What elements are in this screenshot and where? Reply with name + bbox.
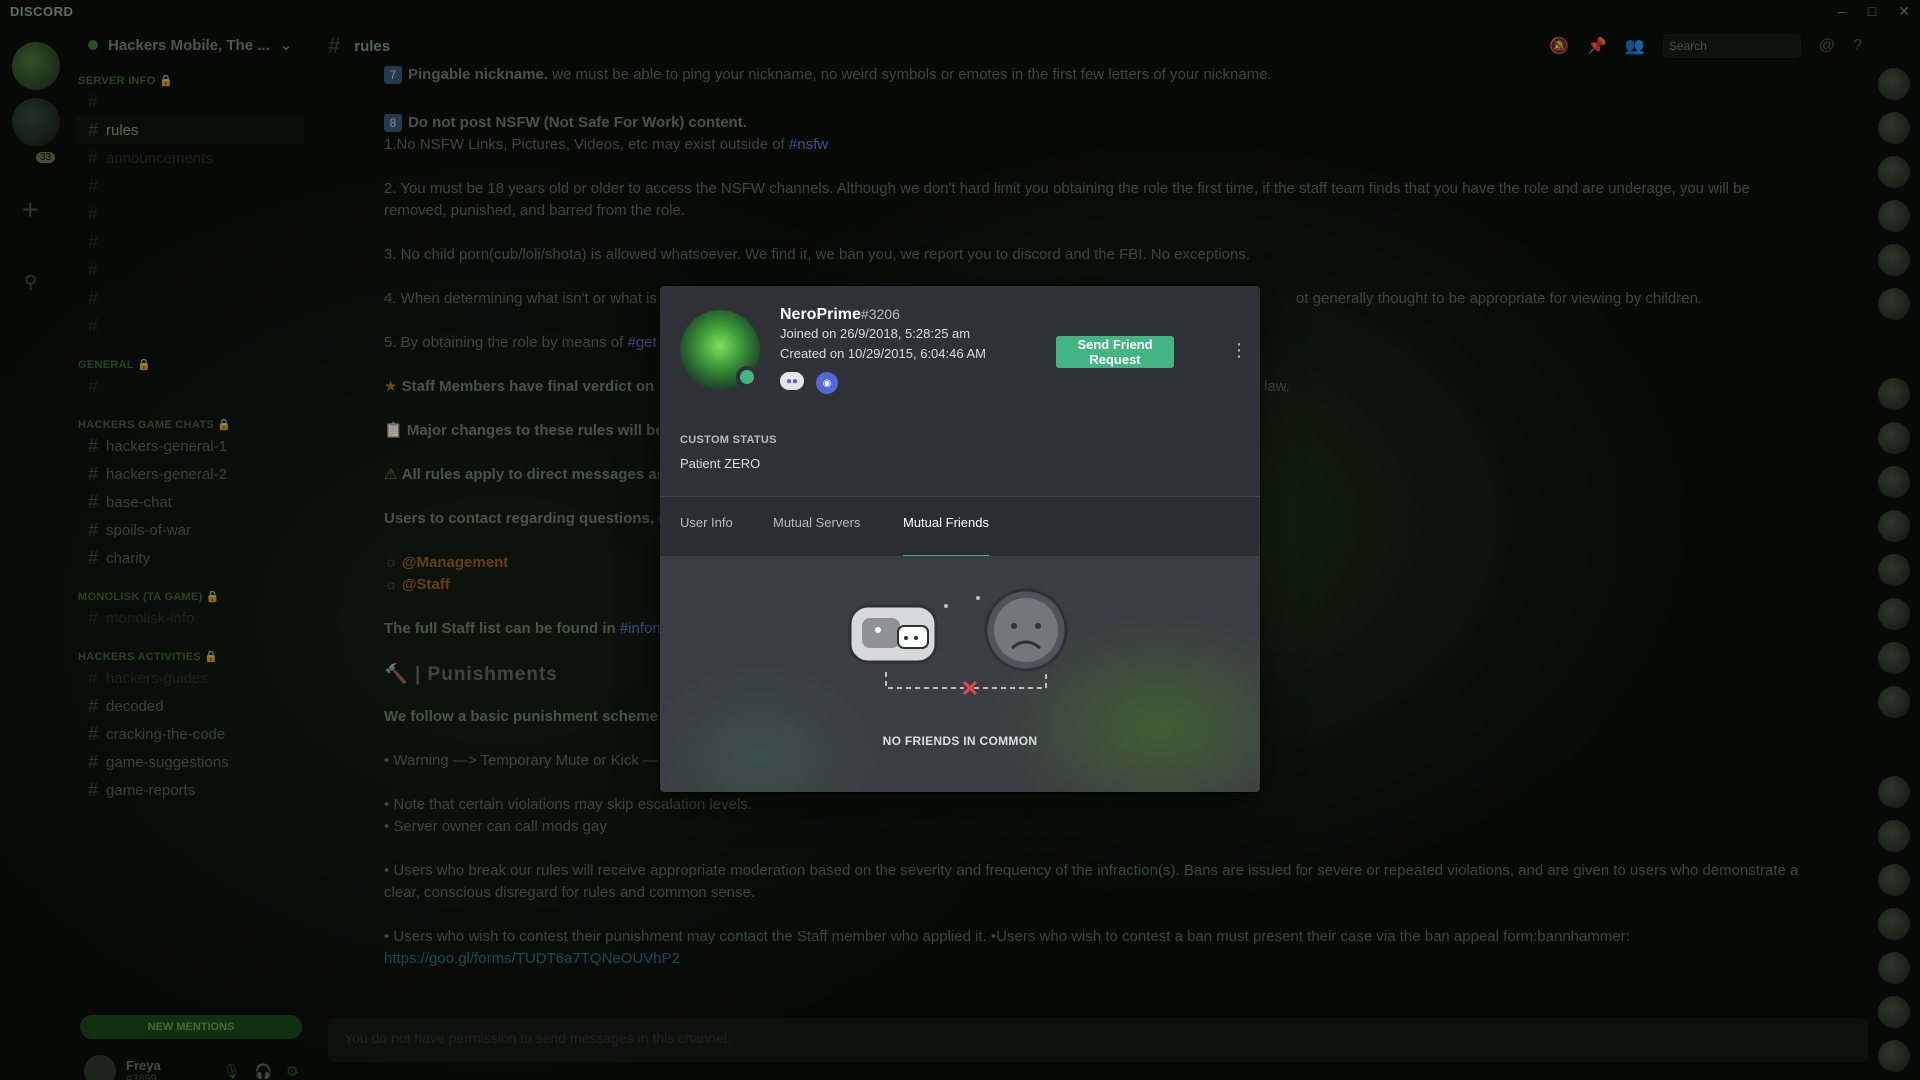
profile-badges: ●● ◉ xyxy=(780,372,838,394)
mutual-friends-panel: NO FRIENDS IN COMMON xyxy=(660,556,1260,792)
more-options-icon[interactable]: ⋮ xyxy=(1230,340,1248,361)
controller-icon xyxy=(848,604,938,664)
nitro-badge-icon[interactable]: ●● xyxy=(780,372,804,390)
tab-user-info[interactable]: User Info xyxy=(680,515,733,557)
profile-tabs: User Info Mutual Servers Mutual Friends xyxy=(660,496,1260,557)
sparkle-icon xyxy=(944,604,948,608)
created-date: Created on 10/29/2015, 6:04:46 AM xyxy=(780,346,986,361)
user-profile-modal: NeroPrime#3206 Joined on 26/9/2018, 5:28… xyxy=(660,286,1260,792)
no-friends-text: NO FRIENDS IN COMMON xyxy=(882,734,1038,748)
custom-status-value: Patient ZERO xyxy=(680,456,761,471)
sparkle-icon xyxy=(976,596,980,600)
username: NeroPrime xyxy=(780,306,861,323)
tab-mutual-friends[interactable]: Mutual Friends xyxy=(903,515,989,557)
boost-badge-icon[interactable]: ◉ xyxy=(816,372,838,394)
profile-username: NeroPrime#3206 xyxy=(780,306,900,324)
online-status-icon xyxy=(736,366,758,388)
discord-app: DISCORD – □ ✕ 33 + ⚲ Hackers Mobile, The… xyxy=(0,0,1920,1080)
joined-date: Joined on 26/9/2018, 5:28:25 am xyxy=(780,326,971,341)
profile-avatar xyxy=(680,310,760,390)
send-friend-request-button[interactable]: Send Friend Request xyxy=(1056,336,1174,368)
tab-mutual-servers[interactable]: Mutual Servers xyxy=(773,515,860,557)
sad-face-icon xyxy=(984,588,1068,672)
profile-header: NeroPrime#3206 Joined on 26/9/2018, 5:28… xyxy=(660,286,1260,496)
custom-status-label: CUSTOM STATUS xyxy=(680,434,777,446)
discriminator: #3206 xyxy=(860,306,900,322)
no-friends-illustration xyxy=(848,588,1068,696)
